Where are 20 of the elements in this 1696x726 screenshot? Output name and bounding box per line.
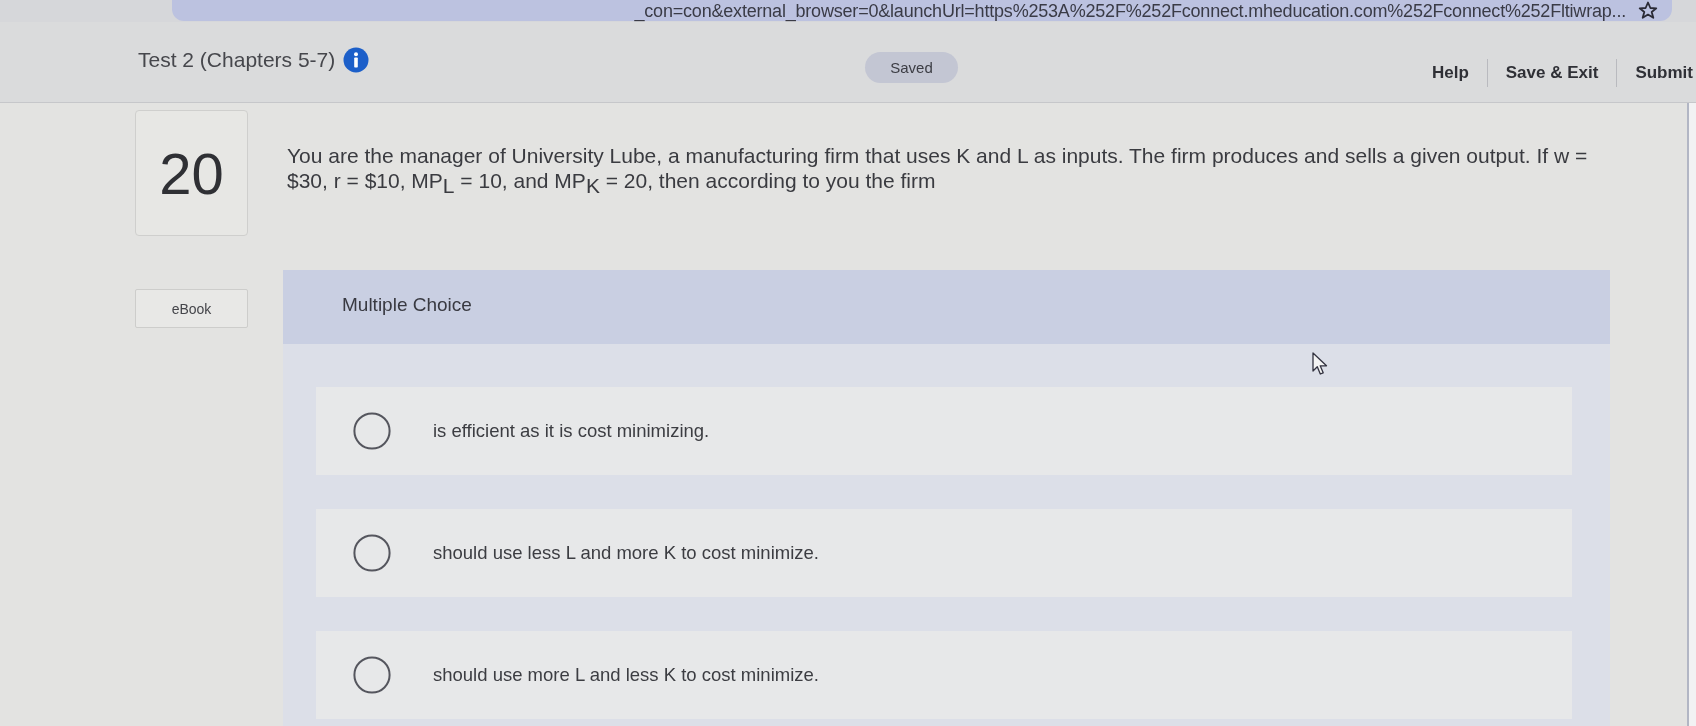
quiz-title: Test 2 (Chapters 5-7) — [138, 47, 336, 73]
status-badge: Saved — [865, 52, 958, 83]
radio-button[interactable] — [353, 412, 391, 450]
header-link[interactable]: Save & Exit — [1505, 61, 1599, 85]
radio-button[interactable] — [353, 534, 391, 572]
choice-label: should use more L and less K to cost minimize. — [433, 664, 819, 686]
address-field[interactable]: _con=con&external_browser=0&launchUrl=https%253A%252F%252Fconnect.mheducation.com%252Fconnect%252Fltiwrap... — [172, 0, 1672, 21]
radio-button[interactable] — [353, 656, 391, 694]
header-link[interactable]: Help — [1431, 61, 1469, 85]
star-icon[interactable] — [1638, 1, 1658, 20]
header-link[interactable]: Submit — [1635, 61, 1693, 85]
pointer-icon — [1312, 352, 1328, 376]
panel-header: Multiple Choice — [283, 270, 1610, 344]
ebook-button[interactable]: eBook — [135, 289, 248, 328]
info-icon[interactable] — [343, 47, 370, 73]
url-text: _con=con&external_browser=0&launchUrl=https%253A%252F%252Fconnect.mheducation.com%252Fconnect%252Fltiwrap... — [634, 0, 1626, 21]
question-number: 20 — [135, 110, 248, 236]
choice-label: should use less L and more K to cost minimize. — [433, 542, 819, 564]
scrollbar[interactable] — [1687, 103, 1696, 726]
choice-label: is efficient as it is cost minimizing. — [433, 420, 710, 442]
